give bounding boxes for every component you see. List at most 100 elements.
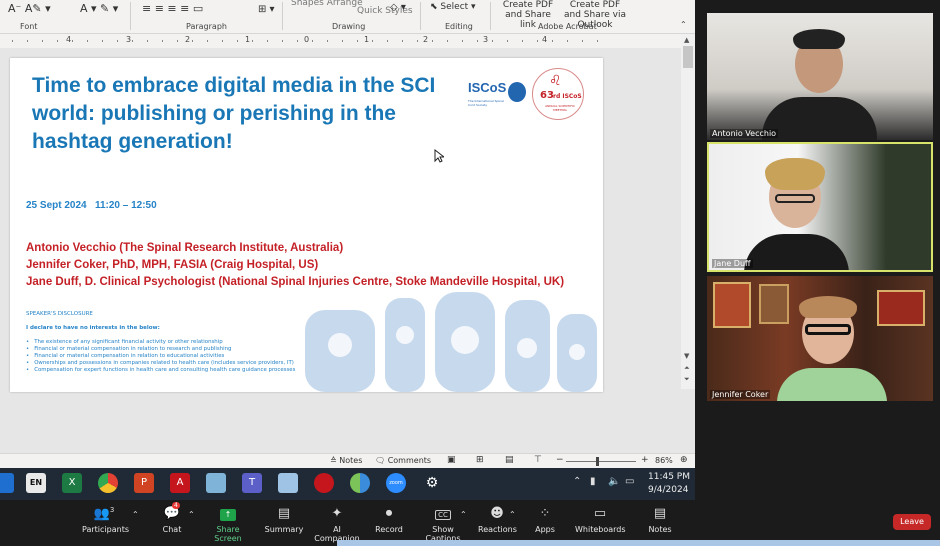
ruler-tick	[57, 40, 58, 42]
file-icon[interactable]	[278, 473, 298, 493]
participant-name: Antonio Vecchio	[710, 129, 779, 138]
ruler-tick	[537, 40, 538, 42]
zoom-app-icon[interactable]: zoom	[386, 473, 406, 493]
collapse-ribbon-icon[interactable]: ⌃	[680, 20, 687, 29]
ai-companion-button[interactable]: ✦ AI Companion	[310, 506, 364, 543]
ruler-tick	[267, 40, 268, 42]
excel-icon[interactable]: X	[62, 473, 82, 493]
photos-icon[interactable]	[350, 473, 370, 493]
ruler-tick	[522, 40, 523, 42]
notes-button[interactable]: ▤ Notes	[646, 506, 674, 534]
teams-icon[interactable]: T	[242, 473, 262, 493]
whiteboard-icon: ▭	[593, 506, 607, 521]
ruler-tick	[312, 40, 313, 42]
zoom-out-icon[interactable]: −	[556, 455, 564, 465]
participants-button[interactable]: 👥3 Participants	[82, 506, 129, 534]
app-icon[interactable]	[0, 473, 14, 493]
clock-time[interactable]: 11:45 PM	[648, 472, 690, 482]
zoom-slider[interactable]	[566, 461, 636, 462]
ruler-tick	[402, 40, 403, 42]
ruler-tick	[462, 40, 463, 42]
fit-slide-icon[interactable]: ⊕	[680, 455, 688, 465]
video-tile[interactable]: Jennifer Coker	[707, 276, 933, 401]
ruler-tick	[507, 40, 508, 42]
zoom-slider-thumb[interactable]	[596, 457, 599, 466]
chat-button[interactable]: 💬 4 Chat	[158, 502, 186, 534]
leave-button[interactable]: Leave	[893, 514, 931, 530]
slideshow-icon[interactable]: ⊤	[534, 455, 542, 465]
font-color-icon[interactable]: A ▾ ✎ ▾	[80, 2, 118, 15]
ruler-tick	[477, 40, 478, 42]
next-slide-icon[interactable]: ⏷	[684, 375, 690, 384]
comments-button[interactable]: 🗨 Comments	[375, 456, 431, 465]
author-line: Jennifer Coker, PhD, MPH, FASIA (Craig H…	[26, 259, 319, 271]
shape-fill-icon[interactable]: ◇ ▾	[390, 2, 406, 13]
summary-button[interactable]: ▤ Summary	[264, 506, 304, 534]
scroll-thumb[interactable]	[683, 46, 693, 68]
smartart-icon[interactable]: ⊞ ▾	[258, 4, 275, 15]
participants-icon: 👥3	[93, 506, 115, 522]
apps-button[interactable]: ⁘ Apps	[532, 506, 558, 534]
ruler-tick	[117, 40, 118, 42]
shapes-arrange-button[interactable]: Shapes Arrange	[291, 0, 363, 8]
list-item: Financial or material compensation in re…	[26, 346, 295, 353]
ruler-mark: 1	[364, 35, 370, 44]
ruler-tick	[432, 40, 433, 42]
slide-sorter-icon[interactable]: ⊞	[476, 455, 484, 465]
language-indicator[interactable]: EN	[26, 473, 46, 493]
chat-options-icon[interactable]: ⌃	[188, 510, 195, 519]
acrobat-reader-icon[interactable]	[314, 473, 334, 493]
network-icon[interactable]: ▭	[625, 476, 634, 487]
participant-hair	[793, 29, 845, 49]
vertical-scrollbar[interactable]: ▲ ▼ ⏶ ⏷	[681, 34, 695, 389]
font-controls-icon[interactable]: A⁻ A✎ ▾	[8, 2, 51, 15]
settings-icon[interactable]: ⚙	[422, 473, 442, 493]
speaker-icon[interactable]: 🔈	[608, 476, 620, 487]
ruler-mark: 2	[185, 35, 191, 44]
status-bar: ≙ Notes 🗨 Comments ▣ ⊞ ▤ ⊤ − + 86% ⊕	[0, 453, 695, 468]
notes-button[interactable]: ≙ Notes	[330, 456, 362, 465]
windows-taskbar: EN X P A T zoom ⚙ ⌃ ▮ 🔈 ▭ 11:45 PM 9/4/2…	[0, 468, 695, 500]
ruler-tick	[297, 40, 298, 42]
record-button[interactable]: ⏺ Record	[372, 506, 406, 534]
notes-icon: ≙	[330, 456, 340, 465]
ruler-tick	[552, 40, 553, 42]
session-datetime: 25 Sept 2024 11:20 – 12:50	[26, 200, 157, 211]
participant-name: Jane Duff	[712, 259, 753, 268]
zoom-level[interactable]: 86%	[655, 456, 673, 465]
participants-options-icon[interactable]: ⌃	[132, 510, 139, 519]
align-icons[interactable]: ≡ ≡ ≡ ≡ ▭	[142, 2, 203, 15]
slide[interactable]: Time to embrace digital media in the SCI…	[10, 58, 603, 392]
participant-body	[762, 97, 877, 140]
ruler-tick	[207, 40, 208, 42]
zoom-in-icon[interactable]: +	[641, 455, 649, 465]
reactions-options-icon[interactable]: ⌃	[509, 510, 516, 519]
chat-icon: 💬 4	[163, 502, 181, 521]
disclosure-list: The existence of any significant financi…	[26, 339, 295, 374]
ruler-tick	[597, 40, 598, 42]
previous-slide-icon[interactable]: ⏶	[684, 364, 690, 373]
tray-overflow-icon[interactable]: ⌃	[573, 476, 581, 487]
slide-title: Time to embrace digital media in the SCI…	[32, 74, 436, 153]
share-screen-button[interactable]: ↑ Share Screen	[204, 506, 252, 543]
notes-app-icon[interactable]	[206, 473, 226, 493]
ruler-mark: 4	[66, 35, 72, 44]
list-item: Compensation for expert functions in hea…	[26, 367, 295, 374]
video-tile[interactable]: Antonio Vecchio	[707, 13, 933, 140]
normal-view-icon[interactable]: ▣	[447, 455, 456, 465]
notes-icon: ▤	[653, 506, 667, 521]
scroll-down-icon[interactable]: ▼	[684, 352, 689, 360]
acrobat-icon[interactable]: A	[170, 473, 190, 493]
ruler-tick	[357, 40, 358, 42]
reading-view-icon[interactable]: ▤	[505, 455, 514, 465]
whiteboards-button[interactable]: ▭ Whiteboards	[575, 506, 626, 534]
captions-options-icon[interactable]: ⌃	[460, 510, 467, 519]
clock-date[interactable]: 9/4/2024	[648, 485, 688, 495]
author-line: Jane Duff, D. Clinical Psychologist (Nat…	[26, 276, 565, 288]
chrome-icon[interactable]	[98, 473, 118, 493]
scroll-up-icon[interactable]: ▲	[684, 36, 689, 44]
video-tile-active-speaker[interactable]: Jane Duff	[707, 142, 933, 272]
powerpoint-icon[interactable]: P	[134, 473, 154, 493]
battery-icon[interactable]: ▮	[590, 476, 596, 487]
select-button[interactable]: ⬉ Select ▾	[430, 2, 476, 12]
